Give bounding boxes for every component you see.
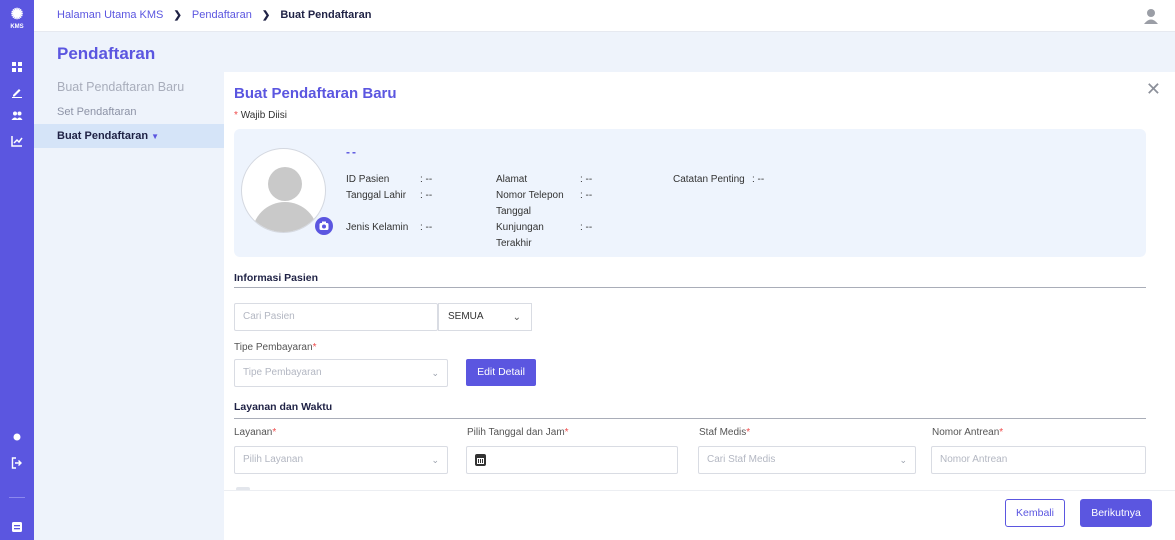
breadcrumb-registration[interactable]: Pendaftaran (192, 9, 252, 21)
chevron-down-icon: ⌄ (431, 455, 439, 465)
payment-type-label-text: Tipe Pembayaran (234, 342, 313, 353)
user-avatar-icon[interactable] (1141, 6, 1161, 26)
subnav-item-label: Buat Pendaftaran (57, 130, 149, 142)
chevron-down-icon: ⌄ (899, 455, 907, 465)
subnav-title: Pendaftaran (57, 44, 156, 63)
required-star: * (746, 427, 751, 438)
back-button[interactable]: Kembali (1005, 499, 1065, 527)
gender-value: : -- (420, 222, 433, 233)
required-star: * (564, 427, 569, 438)
medical-staff-select[interactable]: Cari Staf Medis ⌄ (698, 446, 916, 474)
service-select[interactable]: Pilih Layanan ⌄ (234, 446, 448, 474)
payment-type-placeholder: Tipe Pembayaran (243, 367, 322, 378)
chart-icon[interactable] (10, 135, 24, 149)
edit-detail-button[interactable]: Edit Detail (466, 359, 536, 386)
breadcrumb-chevron-icon: ❯ (261, 10, 271, 21)
required-star: * (234, 110, 238, 121)
people-icon[interactable] (10, 110, 24, 124)
payment-type-select[interactable]: Tipe Pembayaran ⌄ (234, 359, 448, 387)
patient-info-heading: Informasi Pasien (234, 272, 319, 284)
patient-filter-value: SEMUA (448, 311, 484, 322)
subnav: Buat Pendaftaran Baru Set Pendaftaran Bu… (34, 76, 224, 148)
patient-search-input[interactable]: Cari Pasien (234, 303, 438, 331)
medical-staff-label-text: Staf Medis (699, 427, 747, 438)
top-bar: Halaman Utama KMS ❯ Pendaftaran ❯ Buat P… (34, 0, 1175, 32)
patient-filter-select[interactable]: SEMUA ⌄ (438, 303, 532, 331)
rail-divider (9, 497, 25, 498)
service-time-heading: Layanan dan Waktu (234, 401, 333, 413)
dob-value: : -- (420, 190, 433, 201)
last-visit-label-3: Terakhir (496, 238, 532, 249)
required-star: * (312, 342, 317, 353)
caret-down-icon: ▼ (151, 132, 159, 141)
queue-number-input[interactable]: Nomor Antrean (931, 446, 1146, 474)
breadcrumb-current: Buat Pendaftaran (280, 9, 372, 21)
dashboard-icon[interactable] (10, 61, 24, 75)
breadcrumb-chevron-icon: ❯ (173, 10, 182, 21)
logo-mark-icon: ✺ (10, 6, 24, 23)
chevron-down-icon: ⌄ (512, 312, 521, 323)
avatar-body (252, 202, 318, 232)
required-note: * Wajib Diisi (234, 110, 287, 121)
service-label-text: Layanan (234, 427, 273, 438)
close-icon[interactable]: ✕ (1146, 80, 1161, 98)
required-star: * (272, 427, 277, 438)
service-label: Layanan* (234, 427, 276, 438)
last-visit-value: : -- (580, 222, 593, 233)
id-label: ID Pasien (346, 174, 390, 185)
subnav-item-create-registration[interactable]: Buat Pendaftaran ▼ (34, 124, 224, 148)
phone-value: : -- (580, 190, 593, 201)
avatar-head (268, 167, 302, 201)
medical-staff-placeholder: Cari Staf Medis (707, 454, 776, 465)
patient-name: -- (346, 145, 358, 159)
id-value: : -- (420, 174, 433, 185)
section-divider (234, 418, 1146, 419)
last-visit-label-2: Kunjungan (496, 222, 544, 233)
required-star: * (999, 427, 1004, 438)
queue-number-label-text: Nomor Antrean (932, 427, 1000, 438)
notes-label: Catatan Penting (673, 174, 745, 185)
required-note-text: Wajib Diisi (240, 110, 287, 121)
queue-number-label: Nomor Antrean* (932, 427, 1003, 438)
datetime-picker[interactable] (466, 446, 678, 474)
notes-value: : -- (752, 174, 765, 185)
address-label: Alamat (496, 174, 528, 185)
camera-icon[interactable] (315, 217, 333, 235)
datetime-label-text: Pilih Tanggal dan Jam (467, 427, 565, 438)
icon-rail: ✺ KMS (0, 0, 34, 540)
subnav-item-set-registration[interactable]: Set Pendaftaran (34, 100, 224, 124)
section-divider (234, 287, 1146, 288)
address-value: : -- (580, 174, 593, 185)
app-logo[interactable]: ✺ KMS (6, 7, 28, 33)
chevron-down-icon: ⌄ (431, 368, 439, 378)
subnav-item-new-registration[interactable]: Buat Pendaftaran Baru (34, 76, 224, 98)
medical-staff-label: Staf Medis* (699, 427, 750, 438)
edit-icon[interactable] (10, 86, 24, 100)
next-button[interactable]: Berikutnya (1080, 499, 1152, 527)
service-placeholder: Pilih Layanan (243, 454, 304, 465)
registration-panel: Buat Pendaftaran Baru ✕ * Wajib Diisi --… (224, 72, 1175, 540)
breadcrumb-home[interactable]: Halaman Utama KMS (57, 9, 163, 21)
patient-avatar (241, 148, 326, 233)
last-visit-label-1: Tanggal (496, 206, 532, 217)
datetime-label: Pilih Tanggal dan Jam* (467, 427, 569, 438)
logo-text: KMS (10, 24, 24, 30)
logout-icon[interactable] (10, 457, 24, 471)
dob-label: Tanggal Lahir (346, 190, 407, 201)
payment-type-label: Tipe Pembayaran* (234, 342, 316, 353)
footer-divider (224, 490, 1175, 491)
grid-icon[interactable] (10, 521, 24, 535)
dot-icon[interactable] (10, 431, 24, 445)
calendar-icon (475, 454, 486, 466)
breadcrumb: Halaman Utama KMS ❯ Pendaftaran ❯ Buat P… (57, 9, 371, 21)
panel-title: Buat Pendaftaran Baru (234, 85, 397, 102)
patient-card: -- ID Pasien : -- Tanggal Lahir : -- Jen… (234, 129, 1146, 257)
gender-label: Jenis Kelamin (346, 222, 409, 233)
phone-label: Nomor Telepon (496, 190, 564, 201)
